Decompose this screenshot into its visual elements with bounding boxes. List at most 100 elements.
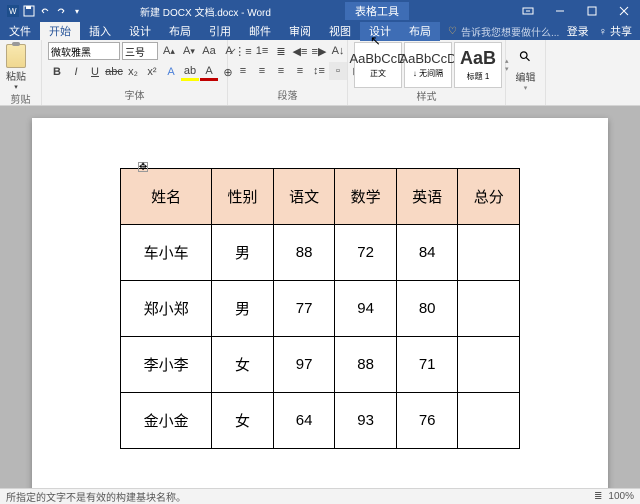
group-label-font: 字体 [48,87,221,103]
numbering-icon[interactable]: 1≡ [253,42,271,60]
table-cell[interactable]: 80 [396,281,458,337]
tab-review[interactable]: 审阅 [280,21,320,41]
indent-right-icon[interactable]: ≡▶ [310,42,328,60]
superscript-button[interactable]: x² [143,63,161,81]
font-color-icon[interactable]: A [200,63,218,81]
table-row[interactable]: 车小车男887284 [121,225,520,281]
table-cell[interactable]: 72 [335,225,397,281]
font-name-select[interactable] [48,42,120,60]
highlight-icon[interactable]: ab [181,63,199,81]
bullets-icon[interactable]: ⋮≡ [234,42,252,60]
qat-dropdown-icon[interactable]: ▾ [70,4,84,18]
table-cell[interactable]: 李小李 [121,337,212,393]
save-icon[interactable] [22,4,36,18]
table-row[interactable]: 郑小郑男779480 [121,281,520,337]
group-clipboard: 粘贴 ▾ 剪贴板 [0,40,42,105]
shading-icon[interactable]: ▫ [329,62,347,80]
table-cell[interactable] [458,393,520,449]
style-no-spacing[interactable]: AaBbCcD ↓ 无间隔 [404,42,452,88]
table-row[interactable]: 金小金女649376 [121,393,520,449]
table-cell[interactable] [458,337,520,393]
table-cell[interactable]: 76 [396,393,458,449]
align-left-icon[interactable]: ≡ [234,62,252,80]
minimize-icon[interactable] [544,0,576,22]
table-cell[interactable]: 女 [212,337,274,393]
maximize-icon[interactable] [576,0,608,22]
tab-layout[interactable]: 布局 [160,21,200,41]
table-cell[interactable]: 93 [335,393,397,449]
table-cell[interactable]: 金小金 [121,393,212,449]
align-center-icon[interactable]: ≡ [253,62,271,80]
undo-icon[interactable] [38,4,52,18]
share-button[interactable]: ♀ 共享 [599,23,632,39]
table-tools-tab-label: 表格工具 [345,2,409,20]
tab-file[interactable]: 文件 [0,21,40,41]
table-header[interactable]: 姓名 [121,169,212,225]
table-cell[interactable]: 94 [335,281,397,337]
table-cell[interactable] [458,225,520,281]
table-header[interactable]: 语文 [273,169,335,225]
subscript-button[interactable]: x₂ [124,63,142,81]
tab-design[interactable]: 设计 [120,21,160,41]
indent-left-icon[interactable]: ◀≡ [291,42,309,60]
table-header[interactable]: 数学 [335,169,397,225]
redo-icon[interactable] [54,4,68,18]
line-spacing-icon[interactable]: ↕≡ [310,62,328,80]
justify-icon[interactable]: ≡ [291,62,309,80]
tab-mailings[interactable]: 邮件 [240,21,280,41]
text-effects-icon[interactable]: A [162,63,180,81]
table-cell[interactable]: 车小车 [121,225,212,281]
table-cell[interactable]: 男 [212,225,274,281]
group-label-styles: 样式 [354,88,499,104]
table-cell[interactable]: 84 [396,225,458,281]
table-cell[interactable]: 88 [273,225,335,281]
status-message: 所指定的文字不是有效的构建基块名称。 [6,489,186,504]
data-table[interactable]: 姓名 性别 语文 数学 英语 总分 车小车男887284郑小郑男779480李小… [120,168,520,449]
close-icon[interactable] [608,0,640,22]
table-cell[interactable]: 88 [335,337,397,393]
tell-me-search[interactable]: ♡告诉我您想要做什么... [448,24,559,39]
multilevel-icon[interactable]: ≣ [272,42,290,60]
style-normal[interactable]: AaBbCcD 正文 [354,42,402,88]
tab-view[interactable]: 视图 [320,21,360,41]
table-header[interactable]: 性别 [212,169,274,225]
table-cell[interactable]: 男 [212,281,274,337]
table-cell[interactable] [458,281,520,337]
font-size-select[interactable] [122,42,158,60]
table-anchor-icon[interactable]: ✥ [138,162,148,172]
align-right-icon[interactable]: ≡ [272,62,290,80]
bulb-icon: ♡ [448,26,457,37]
bold-button[interactable]: B [48,63,66,81]
paste-button[interactable]: 粘贴 ▾ [6,42,26,91]
table-cell[interactable]: 郑小郑 [121,281,212,337]
tab-insert[interactable]: 插入 [80,21,120,41]
login-link[interactable]: 登录 [567,23,589,39]
increase-font-icon[interactable]: A▴ [160,42,178,60]
decrease-font-icon[interactable]: A▾ [180,42,198,60]
document-title: 新建 DOCX 文档.docx - Word [140,4,271,19]
underline-button[interactable]: U [86,63,104,81]
strike-button[interactable]: abc [105,63,123,81]
table-cell[interactable]: 97 [273,337,335,393]
tab-references[interactable]: 引用 [200,21,240,41]
table-header[interactable]: 英语 [396,169,458,225]
italic-button[interactable]: I [67,63,85,81]
tab-table-design[interactable]: 设计 [360,21,400,41]
view-icon[interactable]: ≣ [594,491,602,502]
table-cell[interactable]: 77 [273,281,335,337]
table-cell[interactable]: 女 [212,393,274,449]
ribbon-options-icon[interactable] [512,0,544,22]
table-cell[interactable]: 64 [273,393,335,449]
table-header[interactable]: 总分 [458,169,520,225]
zoom-level[interactable]: 100% [608,491,634,502]
document-area[interactable]: ✥ 姓名 性别 语文 数学 英语 总分 车小车男887284郑小郑男779480… [0,106,640,488]
change-case-icon[interactable]: Aa [200,42,218,60]
style-heading1[interactable]: AaB 标题 1 [454,42,502,88]
table-row[interactable]: 李小李女978871 [121,337,520,393]
find-icon[interactable]: ⚲ [516,47,535,66]
tab-home[interactable]: 开始 [40,21,80,41]
group-font: A▴ A▾ Aa A̷ B I U abc x₂ x² A ab A ⊕ 字体 [42,40,228,105]
table-cell[interactable]: 71 [396,337,458,393]
tab-table-layout[interactable]: 布局 [400,21,440,41]
sort-icon[interactable]: A↓ [329,42,347,60]
